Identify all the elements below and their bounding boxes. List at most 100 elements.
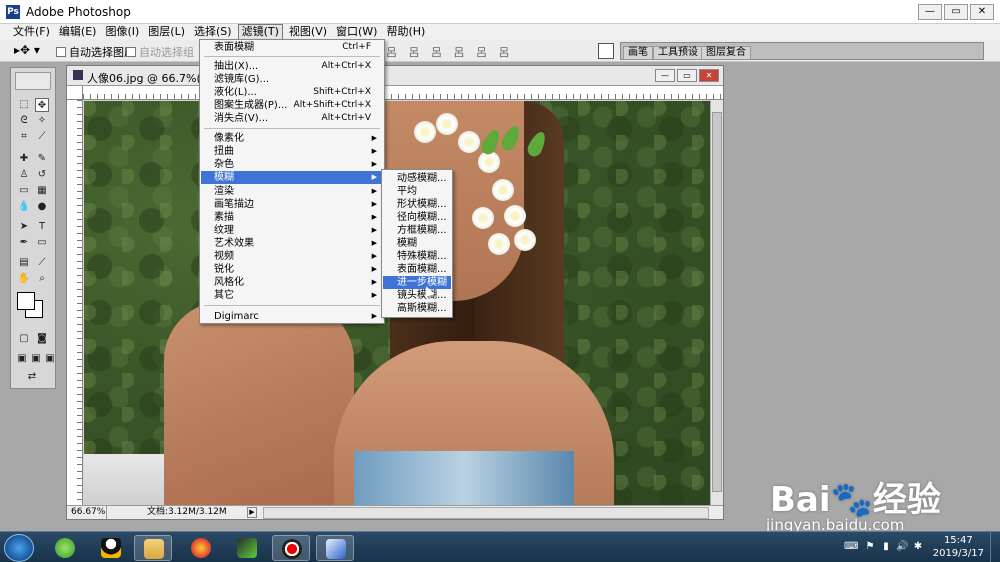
menu-item-noise[interactable]: 杂色 ▶ xyxy=(201,158,383,171)
zoom-tool-icon[interactable]: ⌕ xyxy=(35,272,49,286)
shape-tool-icon[interactable]: ▭ xyxy=(35,236,49,250)
standard-mode-icon[interactable]: ▢ xyxy=(17,332,31,346)
quickmask-mode-icon[interactable]: ◙ xyxy=(35,332,49,346)
submenu-item-lens-blur[interactable]: 镜头模糊... xyxy=(383,289,451,302)
jump-to-imageready-icon[interactable]: ⇄ xyxy=(25,370,39,384)
menu-filter[interactable]: 滤镜(T) xyxy=(237,24,283,40)
notes-tool-icon[interactable]: ▤ xyxy=(17,256,31,270)
marquee-tool-icon[interactable]: ⬚ xyxy=(17,98,31,112)
close-button[interactable]: ✕ xyxy=(970,4,994,20)
vertical-ruler[interactable] xyxy=(67,100,83,505)
doc-restore-button[interactable]: ▭ xyxy=(677,69,697,82)
palette-well-icon[interactable] xyxy=(598,43,614,59)
volume-icon[interactable]: 🔊 xyxy=(896,541,908,553)
keyboard-icon[interactable]: ⌨ xyxy=(844,541,858,553)
menu-item-render[interactable]: 渲染 ▶ xyxy=(201,185,383,198)
menu-item-pixelate[interactable]: 像素化 ▶ xyxy=(201,132,383,145)
slice-tool-icon[interactable]: ⟋ xyxy=(35,130,49,144)
type-tool-icon[interactable]: T xyxy=(35,220,49,234)
lasso-tool-icon[interactable]: ᘓ xyxy=(17,114,31,128)
menu-item-brush-strokes[interactable]: 画笔描边 ▶ xyxy=(201,198,383,211)
history-brush-icon[interactable]: ↺ xyxy=(35,168,49,182)
submenu-item-smart-blur[interactable]: 特殊模糊... xyxy=(383,250,451,263)
menu-select[interactable]: 选择(S) xyxy=(191,25,235,39)
foreground-color-swatch[interactable] xyxy=(17,292,35,310)
eraser-tool-icon[interactable]: ▭ xyxy=(17,184,31,198)
show-desktop-button[interactable] xyxy=(990,532,1000,562)
auto-select-layer-checkbox[interactable]: 自动选择图层 xyxy=(56,44,135,60)
submenu-item-shape-blur[interactable]: 形状模糊... xyxy=(383,198,451,211)
submenu-item-average[interactable]: 平均 xyxy=(383,185,451,198)
menu-edit[interactable]: 编辑(E) xyxy=(56,25,100,39)
vertical-scrollbar[interactable] xyxy=(710,100,723,505)
hand-tool-icon[interactable]: ✋ xyxy=(17,272,31,286)
menu-item-other[interactable]: 其它 ▶ xyxy=(201,289,383,302)
ruler-origin[interactable] xyxy=(67,86,83,100)
crop-tool-icon[interactable]: ⌗ xyxy=(17,130,31,144)
menu-view[interactable]: 视图(V) xyxy=(286,25,330,39)
taskbar-app-explorer[interactable] xyxy=(134,535,172,561)
menu-image[interactable]: 图像(I) xyxy=(102,25,142,39)
menu-item-sharpen[interactable]: 锐化 ▶ xyxy=(201,263,383,276)
menu-item-sketch[interactable]: 素描 ▶ xyxy=(201,211,383,224)
menu-item-pattern-maker[interactable]: 图案生成器(P)... Alt+Shift+Ctrl+X xyxy=(201,99,383,112)
input-method-icon[interactable]: ✱ xyxy=(912,541,924,553)
vertical-scroll-thumb[interactable] xyxy=(712,112,722,492)
eyedropper-icon[interactable]: ⟋ xyxy=(35,256,49,270)
flag-icon[interactable]: ⚑ xyxy=(864,541,876,553)
horizontal-ruler[interactable] xyxy=(83,86,723,100)
menu-item-digimarc[interactable]: Digimarc ▶ xyxy=(201,310,383,323)
network-icon[interactable]: ▮ xyxy=(880,541,892,553)
horizontal-scrollbar[interactable] xyxy=(263,507,709,519)
screen-mode-standard-icon[interactable]: ▣ xyxy=(15,352,29,366)
taskbar-app-firefox[interactable] xyxy=(182,535,220,561)
submenu-item-box-blur[interactable]: 方框模糊... xyxy=(383,224,451,237)
menu-item-filter-gallery[interactable]: 滤镜库(G)... xyxy=(201,73,383,86)
dodge-tool-icon[interactable]: ● xyxy=(35,200,49,214)
menu-file[interactable]: 文件(F) xyxy=(10,25,53,39)
minimize-button[interactable]: — xyxy=(918,4,942,20)
menu-item-last-filter[interactable]: 表面模糊 Ctrl+F xyxy=(201,41,383,54)
menu-help[interactable]: 帮助(H) xyxy=(383,25,428,39)
restore-button[interactable]: ▭ xyxy=(944,4,968,20)
submenu-item-surface-blur[interactable]: 表面模糊... xyxy=(383,263,451,276)
taskbar-app-recorder[interactable] xyxy=(272,535,310,561)
magic-wand-icon[interactable]: ✧ xyxy=(35,114,49,128)
menu-item-distort[interactable]: 扭曲 ▶ xyxy=(201,145,383,158)
doc-minimize-button[interactable]: — xyxy=(655,69,675,82)
tab-brushes[interactable]: 画笔 xyxy=(623,46,653,60)
tab-tool-presets[interactable]: 工具预设 xyxy=(653,46,703,60)
tab-layer-comps[interactable]: 图层复合 xyxy=(701,46,751,60)
screen-mode-full-menu-icon[interactable]: ▣ xyxy=(29,352,43,366)
taskbar-app-360[interactable] xyxy=(46,535,84,561)
start-button[interactable] xyxy=(4,534,34,562)
menu-item-vanishing-point[interactable]: 消失点(V)... Alt+Ctrl+V xyxy=(201,112,383,125)
align-buttons[interactable]: 呂 呂 呂 呂 呂 呂 xyxy=(386,44,513,60)
auto-select-group-checkbox[interactable]: 自动选择组 xyxy=(126,44,194,60)
zoom-level[interactable]: 66.67% xyxy=(69,506,107,519)
path-select-icon[interactable]: ➤ xyxy=(17,220,31,234)
stamp-tool-icon[interactable]: ♙ xyxy=(17,168,31,182)
blur-tool-icon[interactable]: 💧 xyxy=(17,200,31,214)
submenu-item-gaussian-blur[interactable]: 高斯模糊... xyxy=(383,302,451,315)
pen-tool-icon[interactable]: ✒ xyxy=(17,236,31,250)
menu-item-liquify[interactable]: 液化(L)... Shift+Ctrl+X xyxy=(201,86,383,99)
menu-layer[interactable]: 图层(L) xyxy=(145,25,188,39)
menu-item-artistic[interactable]: 艺术效果 ▶ xyxy=(201,237,383,250)
menu-item-blur[interactable]: 模糊 ▶ xyxy=(201,171,383,184)
menu-item-texture[interactable]: 纹理 ▶ xyxy=(201,224,383,237)
healing-brush-icon[interactable]: ✚ xyxy=(17,152,31,166)
taskbar-app-qq[interactable] xyxy=(92,535,130,561)
move-tool-preset[interactable]: ▸✥ ▾ xyxy=(14,43,46,59)
clock[interactable]: 15:47 2019/3/17 xyxy=(933,534,984,560)
submenu-item-blur-more[interactable]: 进一步模糊 xyxy=(383,276,451,289)
menu-item-extract[interactable]: 抽出(X)... Alt+Ctrl+X xyxy=(201,60,383,73)
status-menu-arrow[interactable]: ▶ xyxy=(247,507,257,518)
submenu-item-radial-blur[interactable]: 径向模糊... xyxy=(383,211,451,224)
taskbar-app-photoshop[interactable] xyxy=(316,535,354,561)
taskbar-app-video[interactable] xyxy=(228,535,266,561)
menu-item-stylize[interactable]: 风格化 ▶ xyxy=(201,276,383,289)
screen-mode-full-icon[interactable]: ▣ xyxy=(43,352,57,366)
move-tool-icon[interactable]: ✥ xyxy=(35,98,49,112)
submenu-item-blur[interactable]: 模糊 xyxy=(383,237,451,250)
